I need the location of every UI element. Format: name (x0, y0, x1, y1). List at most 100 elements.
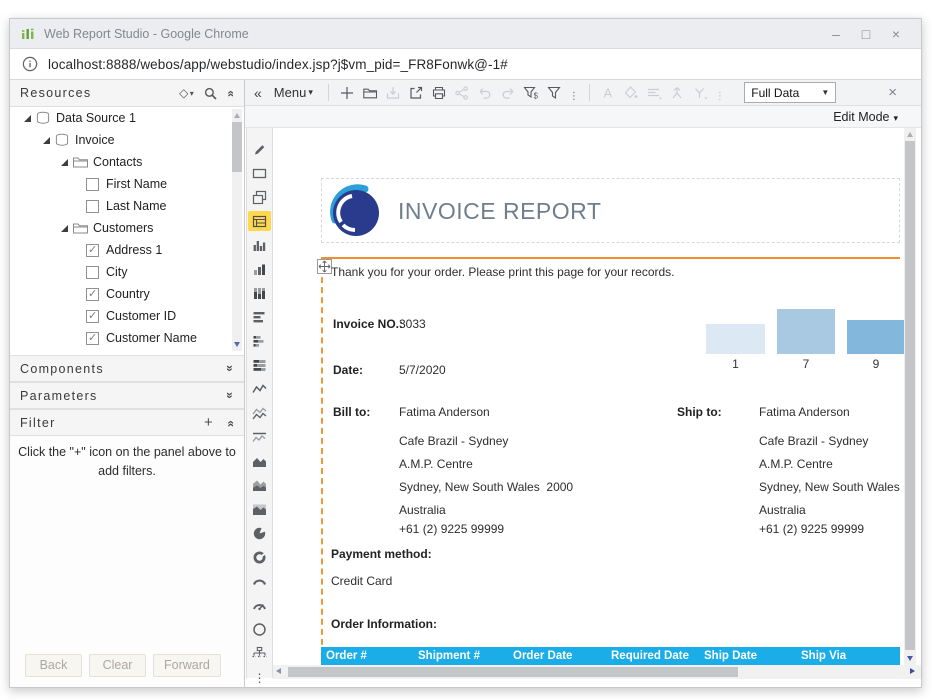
bar-chart-icon[interactable] (248, 259, 271, 279)
tree-item-invoice[interactable]: Invoice (10, 129, 244, 151)
scroll-up-icon[interactable] (907, 132, 913, 137)
line-with-axis-chart-icon[interactable] (248, 427, 271, 447)
scroll-left-icon[interactable] (276, 668, 281, 674)
edit-pencil-icon[interactable] (248, 139, 271, 159)
scroll-down-icon[interactable] (234, 342, 240, 347)
expand-panel-icon[interactable]: » (223, 365, 237, 373)
vertical-scrollbar-thumb[interactable] (905, 141, 915, 650)
scroll-down-icon[interactable] (907, 656, 913, 661)
collapse-panel-icon[interactable]: » (223, 419, 237, 427)
save-icon[interactable] (382, 82, 405, 104)
view-switch-icon[interactable]: ◇▾ (179, 86, 195, 100)
expander-icon[interactable] (58, 156, 70, 168)
column-header[interactable]: Shipment # (418, 647, 480, 665)
stacked-column-chart-icon[interactable] (248, 283, 271, 303)
circle-shape-icon[interactable] (248, 619, 271, 639)
order-information-label[interactable]: Order Information: (331, 617, 437, 631)
bill-to-line[interactable]: Sydney, New South Wales 2000 (399, 480, 573, 494)
donut-chart-icon[interactable] (248, 547, 271, 567)
horizontal-scrollbar-thumb[interactable] (288, 667, 738, 677)
undo-icon[interactable] (474, 82, 497, 104)
tree-item-last-name[interactable]: Last Name (10, 195, 244, 217)
invoice-no-value[interactable]: 3033 (399, 317, 426, 331)
tree-scrollbar-thumb[interactable] (232, 122, 242, 172)
checkbox-checked[interactable] (86, 244, 99, 257)
new-report-icon[interactable] (336, 82, 359, 104)
data-mode-select[interactable]: Full Data ▼ (744, 82, 836, 103)
redo-icon[interactable] (497, 82, 520, 104)
banded-report-component-icon[interactable] (248, 211, 271, 231)
forward-button[interactable]: Forward (153, 654, 221, 677)
chart-bar[interactable] (706, 324, 765, 354)
checkbox-unchecked[interactable] (86, 266, 99, 279)
close-button[interactable]: × (881, 26, 911, 42)
payment-method-value[interactable]: Credit Card (331, 574, 392, 588)
column-header[interactable]: Order # (326, 647, 367, 665)
stacked-bar-chart-icon[interactable] (248, 331, 271, 351)
url-text[interactable]: localhost:8888/webos/app/webstudio/index… (48, 57, 508, 72)
full-stacked-bar-chart-icon[interactable] (248, 355, 271, 375)
move-handle[interactable] (317, 259, 332, 274)
tree-item-customer-id[interactable]: Customer ID (10, 305, 244, 327)
mini-bar-chart[interactable]: 1 7 9 (706, 309, 921, 372)
collapse-panel-icon[interactable]: » (223, 89, 237, 97)
ship-to-line[interactable]: Cafe Brazil - Sydney (759, 434, 868, 448)
clear-button[interactable]: Clear (89, 654, 146, 677)
bill-to-line[interactable]: Australia (399, 503, 446, 517)
filter-currency-icon[interactable]: $ (520, 82, 543, 104)
tree-scrollbar[interactable] (232, 109, 242, 351)
menu-button[interactable]: Menu▾ (274, 85, 313, 100)
tree-item-data-source-1[interactable]: Data Source 1 (10, 107, 244, 129)
expander-icon[interactable] (40, 134, 52, 146)
edit-mode-button[interactable]: Edit Mode (833, 110, 889, 124)
ship-to-line[interactable]: Fatima Anderson (759, 405, 850, 419)
tree-item-address-1[interactable]: Address 1 (10, 239, 244, 261)
bill-to-line[interactable]: Cafe Brazil - Sydney (399, 434, 508, 448)
chart-bar[interactable] (847, 320, 905, 354)
share-icon[interactable] (451, 82, 474, 104)
thank-you-text[interactable]: Thank you for your order. Please print t… (331, 265, 675, 279)
scroll-right-icon[interactable] (910, 668, 915, 674)
arc-gauge-icon[interactable] (248, 571, 271, 591)
column-header[interactable]: Required Date (611, 647, 689, 665)
resources-panel-header[interactable]: Resources ◇▾ » (10, 80, 244, 107)
column-header[interactable]: Order Date (513, 647, 572, 665)
ship-to-label[interactable]: Ship to: (677, 405, 722, 419)
report-title[interactable]: INVOICE REPORT (398, 198, 601, 225)
column-chart-icon[interactable] (248, 235, 271, 255)
line-chart-icon[interactable] (248, 379, 271, 399)
order-table-header[interactable]: Order # Shipment # Order Date Required D… (321, 647, 900, 665)
checkbox-unchecked[interactable] (86, 200, 99, 213)
bill-to-line[interactable]: Fatima Anderson (399, 405, 490, 419)
org-chart-icon[interactable] (248, 643, 271, 663)
arrange-icon[interactable] (666, 82, 689, 104)
filter-panel-header[interactable]: Filter + » (10, 409, 244, 436)
needle-gauge-icon[interactable] (248, 595, 271, 615)
stacked-area-chart-icon[interactable] (248, 475, 271, 495)
pie-chart-icon[interactable] (248, 523, 271, 543)
open-folder-icon[interactable] (359, 82, 382, 104)
tree-item-city[interactable]: City (10, 261, 244, 283)
more-components-icon[interactable]: ⋮ (254, 671, 266, 685)
scroll-up-icon[interactable] (234, 113, 240, 118)
tree-item-country[interactable]: Country (10, 283, 244, 305)
export-icon[interactable] (405, 82, 428, 104)
add-filter-icon[interactable]: + (204, 414, 214, 431)
close-studio-icon[interactable]: × (888, 84, 897, 101)
bill-to-line[interactable]: +61 (2) 9225 99999 (399, 522, 504, 536)
canvas-vertical-scrollbar[interactable] (904, 128, 916, 665)
maximize-button[interactable]: □ (851, 26, 881, 42)
invoice-no-label[interactable]: Invoice NO.: (333, 317, 403, 331)
join-icon[interactable] (689, 82, 712, 104)
report-canvas[interactable]: INVOICE REPORT Thank you for your order.… (273, 128, 921, 665)
bill-to-label[interactable]: Bill to: (333, 405, 370, 419)
full-stacked-area-chart-icon[interactable] (248, 499, 271, 519)
filter-icon[interactable] (543, 82, 566, 104)
back-button[interactable]: Back (25, 654, 82, 677)
date-label[interactable]: Date: (333, 363, 363, 377)
expander-icon[interactable] (21, 112, 33, 124)
payment-method-label[interactable]: Payment method: (331, 547, 432, 561)
toolbar-overflow-icon[interactable]: ⋮ (715, 91, 725, 105)
horizontal-bar-chart-icon[interactable] (248, 307, 271, 327)
parameters-panel-header[interactable]: Parameters » (10, 382, 244, 409)
